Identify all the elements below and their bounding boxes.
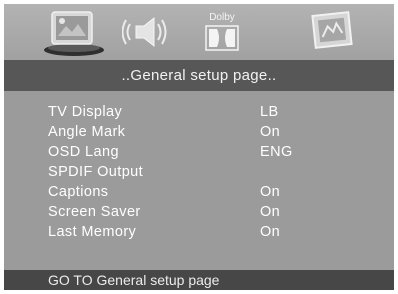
status-bar: GO TO General setup page [4,270,394,290]
menu-item-label: TV Display [48,104,123,120]
page-title: ..General setup page.. [4,60,394,91]
menu-item-value: On [260,184,281,200]
menu-item-value: On [260,124,281,140]
menu-item-osd-lang[interactable]: OSD Lang ENG [4,142,394,162]
osd-screen: Dolby ..General setup page.. TV Display … [4,4,394,290]
menu-item-value: On [260,224,281,240]
menu-item-tv-display[interactable]: TV Display LB [4,102,394,122]
tv-display-icon[interactable] [40,6,104,58]
menu-item-value: LB [260,104,279,120]
menu-item-label: SPDIF Output [48,164,144,180]
menu-item-label: Last Memory [48,224,137,240]
preference-page-icon[interactable] [306,6,358,58]
menu-item-label: Captions [48,184,109,200]
menu-item-label: Screen Saver [48,204,141,220]
setup-icon-bar: Dolby [4,4,394,60]
menu-item-captions[interactable]: Captions On [4,182,394,202]
menu-item-value: ENG [260,144,293,160]
menu-item-value: On [260,204,281,220]
speaker-icon[interactable] [121,6,174,58]
dolby-icon[interactable]: Dolby [202,6,242,58]
menu-item-screen-saver[interactable]: Screen Saver On [4,202,394,222]
menu-item-angle-mark[interactable]: Angle Mark On [4,122,394,142]
menu-item-last-memory[interactable]: Last Memory On [4,222,394,242]
menu-item-label: OSD Lang [48,144,119,160]
menu-item-label: Angle Mark [48,124,126,140]
menu-item-spdif-output[interactable]: SPDIF Output [4,162,394,182]
status-text: GO TO General setup page [48,272,220,288]
dolby-icon-label: Dolby [209,12,235,23]
